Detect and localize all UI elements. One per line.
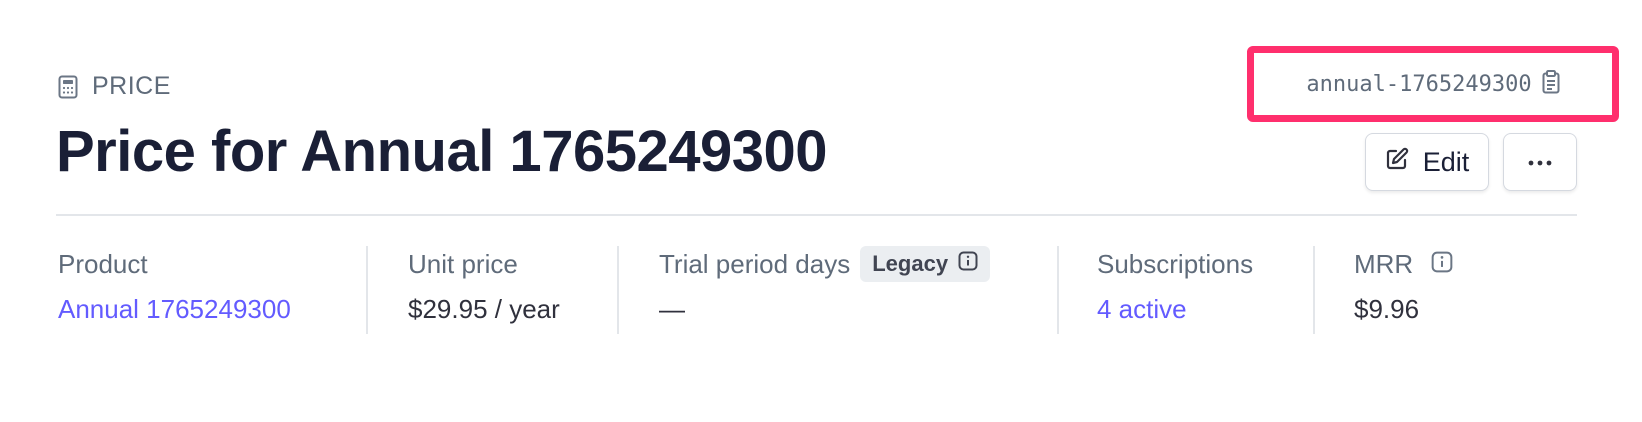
stat-trial-label-row: Trial period days Legacy [659, 246, 991, 282]
stat-product-label: Product [58, 248, 148, 279]
mrr-value: $9.96 [1354, 294, 1420, 324]
page-title: Price for Annual 1765249300 [56, 119, 828, 184]
stat-mrr: MRR $9.96 [1354, 246, 1453, 334]
stat-subscriptions: Subscriptions 4 active [1097, 246, 1253, 334]
price-id: annual-1765249300 [1306, 71, 1532, 97]
stat-subscriptions-label: Subscriptions [1097, 248, 1254, 279]
legacy-badge[interactable]: Legacy [860, 246, 991, 282]
stat-unit-price-label: Unit price [408, 248, 518, 279]
header-divider [56, 214, 1577, 216]
stat-trial-label: Trial period days [659, 248, 851, 279]
product-link[interactable]: Annual 1765249300 [58, 294, 291, 325]
price-id-copy[interactable]: annual-1765249300 [1247, 46, 1619, 122]
stat-unit-price: Unit price $29.95 / year [408, 246, 560, 334]
clipboard-icon[interactable] [1542, 69, 1560, 99]
stat-mrr-label-row: MRR [1354, 246, 1453, 282]
edit-button[interactable]: Edit [1365, 133, 1489, 191]
stat-separator [617, 246, 619, 334]
stat-mrr-label: MRR [1354, 248, 1414, 279]
stat-product: Product Annual 1765249300 [58, 246, 291, 334]
eyebrow-label: PRICE [92, 72, 171, 100]
more-actions-button[interactable] [1503, 133, 1577, 191]
info-icon[interactable] [958, 251, 978, 277]
pencil-square-icon [1385, 147, 1409, 178]
legacy-badge-label: Legacy [872, 251, 949, 276]
subscriptions-link[interactable]: 4 active [1097, 294, 1253, 325]
stat-trial-period: Trial period days Legacy — [659, 246, 991, 334]
stat-separator [1057, 246, 1059, 334]
trial-period-value: — [659, 294, 685, 324]
stat-separator [1313, 246, 1315, 334]
ellipsis-icon [1528, 153, 1552, 171]
info-icon[interactable] [1431, 249, 1453, 280]
price-detail-page: PRICE Price for Annual 1765249300 annual… [0, 0, 1642, 422]
unit-price-value: $29.95 / year [408, 294, 560, 324]
eyebrow: PRICE [58, 72, 171, 101]
stat-separator [366, 246, 368, 334]
edit-button-label: Edit [1422, 146, 1470, 177]
calculator-icon [58, 75, 78, 99]
